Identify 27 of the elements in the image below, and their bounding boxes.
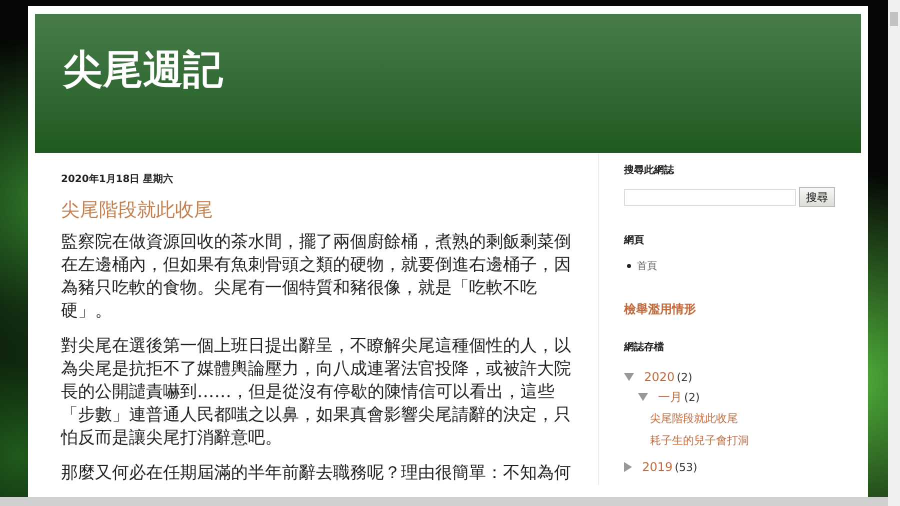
page-link[interactable]: 首頁 [637, 259, 658, 273]
report-abuse-link[interactable]: 檢舉濫用情形 [624, 301, 861, 318]
post-title[interactable]: 尖尾階段就此收尾 [61, 197, 576, 223]
bullet-icon [627, 264, 632, 268]
post-count: (2) [684, 390, 700, 404]
blog-title[interactable]: 尖尾週記 [63, 48, 223, 92]
post-paragraph: 監察院在做資源回收的茶水間，擺了兩個廚餘桶，煮熟的剩飯剩菜倒在左邊桶內，但如果有魚刺骨頭之類的硬物，就要倒進右邊桶子，因為豬只吃軟的食物。尖尾有一個特質和豬很像，就是「吃軟不吃硬」。 [61, 231, 572, 323]
widget-title: 網頁 [624, 234, 646, 247]
widget-title: 網誌存檔 [624, 340, 666, 354]
post-date: 2020年1月18日 星期六 [61, 172, 174, 186]
expand-triangle-icon[interactable] [624, 462, 632, 472]
archive-post-link[interactable]: 尖尾階段就此收尾 [650, 410, 738, 426]
collapse-triangle-icon[interactable] [624, 373, 634, 381]
horizontal-scrollbar[interactable] [0, 497, 888, 506]
collapse-triangle-icon[interactable] [638, 393, 648, 401]
search-field[interactable] [624, 188, 796, 206]
post-paragraph: 那麼又何必在任期屆滿的半年前辭去職務呢？理由很簡單：不知為何 [61, 462, 572, 485]
search-button[interactable]: 搜尋 [799, 187, 836, 207]
archive-post-link[interactable]: 耗子生的兒子會打洞 [650, 432, 750, 448]
archive-year-link[interactable]: 2020 [644, 370, 675, 384]
post-count: (53) [674, 460, 698, 474]
post-count: (2) [676, 370, 692, 384]
widget-title: 搜尋此網誌 [624, 164, 676, 177]
post-paragraph: 對尖尾在選後第一個上班日提出辭呈，不瞭解尖尾這種個性的人，以為尖尾是抗拒不了媒體輿論壓力，向八成連署法官投降，或被許大院長的公開譴責嚇到……，但是從沒有停歇的陳情信可以看出，這些「步數」連普通人民都嗤之以鼻，如果真會影響尖尾請辭的決定，只怕反而是讓尖尾打消辭意吧。 [61, 335, 572, 450]
vertical-scrollbar[interactable] [888, 0, 900, 506]
archive-month-link[interactable]: 一月 [658, 388, 682, 406]
archive-year-link[interactable]: 2019 [642, 460, 673, 474]
